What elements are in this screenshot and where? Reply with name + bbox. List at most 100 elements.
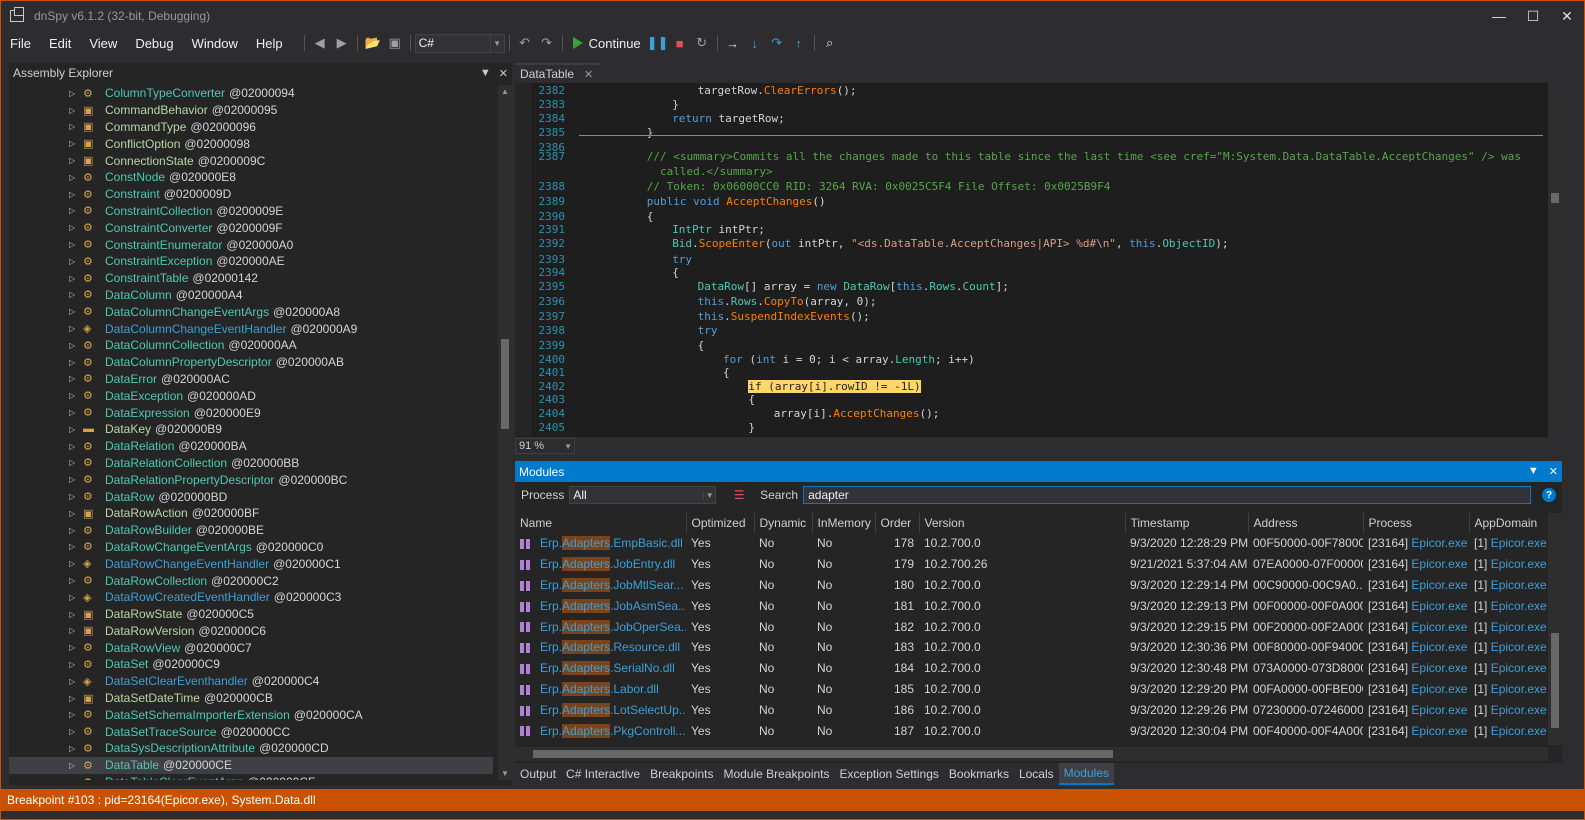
expand-arrow-icon[interactable]: ▷ — [69, 660, 79, 669]
scroll-up-icon[interactable]: ▲ — [498, 87, 512, 96]
tree-item[interactable]: ▷ ⚙ DataError @020000AC — [9, 371, 493, 388]
expand-arrow-icon[interactable]: ▷ — [69, 257, 79, 266]
expand-arrow-icon[interactable]: ▷ — [69, 156, 79, 165]
code-line[interactable]: 2394 { — [531, 266, 679, 279]
tree-item[interactable]: ▷ ⚙ DataRelation @020000BA — [9, 438, 493, 455]
process-link[interactable]: Epicor.exe — [1411, 578, 1467, 592]
code-line[interactable]: 2402 if (array[i].rowID != -1L) — [531, 380, 921, 393]
appdomain-link[interactable]: Epicor.exe — [1491, 640, 1547, 654]
tree-item[interactable]: ▷ ⚙ DataRelationCollection @020000BB — [9, 455, 493, 472]
process-link[interactable]: Epicor.exe — [1411, 620, 1467, 634]
tree-item[interactable]: ▷ ⚙ ColumnTypeConverter @02000094 — [9, 85, 493, 102]
menu-view[interactable]: View — [80, 36, 126, 51]
column-header[interactable]: Timestamp — [1125, 513, 1249, 533]
tree-item[interactable]: ▷ ◈ DataSetClearEventhandler @020000C4 — [9, 673, 493, 690]
explorer-scrollbar[interactable]: ▲ ▼ — [498, 85, 512, 780]
tree-item[interactable]: ▷ ⚙ ConstraintTable @02000142 — [9, 270, 493, 287]
expand-arrow-icon[interactable]: ▷ — [69, 542, 79, 551]
expand-arrow-icon[interactable]: ▷ — [69, 593, 79, 602]
code-line[interactable]: 2383} — [531, 98, 679, 111]
expand-arrow-icon[interactable]: ▷ — [69, 324, 79, 333]
table-row[interactable]: Erp.Adapters.JobAsmSea... Yes No No 181 10.2.… — [515, 595, 1548, 616]
modules-hscrollbar[interactable] — [515, 747, 1548, 761]
expand-arrow-icon[interactable]: ▷ — [69, 610, 79, 619]
expand-arrow-icon[interactable]: ▷ — [69, 139, 79, 148]
table-row[interactable]: Erp.Adapters.EmpBasic.dll Yes No No 178 10.2.… — [515, 533, 1548, 554]
expand-arrow-icon[interactable]: ▷ — [69, 89, 79, 98]
appdomain-link[interactable]: Epicor.exe — [1491, 599, 1547, 613]
tree-item[interactable]: ▷ ⚙ ConstraintException @020000AE — [9, 253, 493, 270]
code-line[interactable]: 2382 targetRow.ClearErrors(); — [531, 84, 857, 97]
column-header[interactable]: InMemory — [812, 513, 876, 533]
save-all-icon[interactable]: ▣ — [384, 32, 406, 54]
process-link[interactable]: Epicor.exe — [1411, 682, 1467, 696]
code-line[interactable]: 2385} — [531, 126, 654, 139]
appdomain-link[interactable]: Epicor.exe — [1491, 703, 1547, 717]
code-line[interactable]: 2391 IntPtr intPtr; — [531, 223, 765, 236]
expand-arrow-icon[interactable]: ▷ — [69, 274, 79, 283]
minimize-button[interactable]: — — [1482, 1, 1516, 31]
tree-item[interactable]: ▷ ⚙ DataRow @020000BD — [9, 488, 493, 505]
code-line[interactable]: 2393 try — [531, 253, 693, 266]
close-button[interactable]: ✕ — [1550, 1, 1584, 31]
column-header[interactable]: Dynamic — [754, 513, 813, 533]
tree-item[interactable]: ▷ ⚙ Constraint @0200009D — [9, 186, 493, 203]
zoom-select[interactable]: 91 % ▼ — [515, 438, 575, 454]
column-header[interactable]: Order — [875, 513, 920, 533]
tree-item[interactable]: ▷ ⚙ DataTable @020000CE — [9, 756, 493, 774]
tree-item[interactable]: ▷ ⚙ DataTableClearEventArgs @020000CF — [9, 774, 493, 780]
tree-item[interactable]: ▷ ⚙ DataRowView @020000C7 — [9, 639, 493, 656]
tree-item[interactable]: ▷ ▣ CommandBehavior @02000095 — [9, 102, 493, 119]
help-icon[interactable]: ? — [1542, 488, 1557, 502]
process-select[interactable]: All ▼ — [569, 486, 717, 504]
table-row[interactable]: Erp.Adapters.Labor.dll Yes No No 185 10.2.700… — [515, 679, 1548, 700]
tree-item[interactable]: ▷ ⚙ DataExpression @020000E9 — [9, 404, 493, 421]
code-line[interactable]: 2399 { — [531, 339, 705, 352]
undo-icon[interactable]: ↶ — [514, 32, 536, 54]
appdomain-link[interactable]: Epicor.exe — [1491, 557, 1547, 571]
process-link[interactable]: Epicor.exe — [1411, 536, 1467, 550]
tree-item[interactable]: ▷ ⚙ ConstraintCollection @0200009E — [9, 203, 493, 220]
restart-icon[interactable]: ↻ — [691, 32, 713, 54]
tab-breakpoints[interactable]: Breakpoints — [645, 763, 718, 785]
pane-dropdown-icon[interactable]: ▼ — [480, 67, 491, 80]
expand-arrow-icon[interactable]: ▷ — [69, 643, 79, 652]
expand-arrow-icon[interactable]: ▷ — [69, 492, 79, 501]
nav-back-icon[interactable]: ◀ — [309, 32, 331, 54]
process-link[interactable]: Epicor.exe — [1411, 640, 1467, 654]
expand-arrow-icon[interactable]: ▷ — [69, 341, 79, 350]
expand-arrow-icon[interactable]: ▷ — [69, 761, 79, 770]
expand-arrow-icon[interactable]: ▷ — [69, 223, 79, 232]
scrollbar-thumb[interactable] — [1551, 193, 1559, 203]
code-line[interactable]: 2403 { — [531, 393, 756, 406]
search-input[interactable]: adapter — [803, 486, 1532, 504]
step-into-icon[interactable]: ↓ — [744, 32, 766, 54]
code-line[interactable]: 2387 /// <summary>Commits all the changes… — [531, 150, 1521, 163]
tree-item[interactable]: ▷ ⚙ DataColumnCollection @020000AA — [9, 337, 493, 354]
expand-arrow-icon[interactable]: ▷ — [69, 458, 79, 467]
close-tab-icon[interactable]: ✕ — [584, 68, 593, 81]
tree-item[interactable]: ▷ ▣ ConflictOption @02000098 — [9, 135, 493, 152]
tree-item[interactable]: ▷ ▬ DataKey @020000B9 — [9, 421, 493, 438]
pause-icon[interactable]: ❚❚ — [647, 32, 669, 54]
appdomain-link[interactable]: Epicor.exe — [1491, 536, 1547, 550]
menu-window[interactable]: Window — [183, 36, 247, 51]
tree-item[interactable]: ▷ ⚙ DataRelationPropertyDescriptor @020000B… — [9, 471, 493, 488]
tree-item[interactable]: ▷ ⚙ DataColumnPropertyDescriptor @020000AB — [9, 354, 493, 371]
tree-item[interactable]: ▷ ⚙ DataException @020000AD — [9, 387, 493, 404]
tree-item[interactable]: ▷ ⚙ DataSet @020000C9 — [9, 656, 493, 673]
continue-button[interactable]: Continue — [567, 36, 647, 51]
redo-icon[interactable]: ↷ — [536, 32, 558, 54]
language-select[interactable]: C# ▼ — [414, 33, 505, 53]
table-row[interactable]: Erp.Adapters.LotSelectUp... Yes No No 186 10.… — [515, 699, 1548, 720]
expand-arrow-icon[interactable]: ▷ — [69, 626, 79, 635]
expand-arrow-icon[interactable]: ▷ — [69, 240, 79, 249]
code-line[interactable]: 2401 { — [531, 366, 730, 379]
editor-scrollbar[interactable] — [1548, 83, 1562, 437]
tree-item[interactable]: ▷ ⚙ ConstNode @020000E8 — [9, 169, 493, 186]
code-line[interactable]: 2397 this.SuspendIndexEvents(); — [531, 310, 870, 323]
tree-item[interactable]: ▷ ⚙ DataColumnChangeEventArgs @020000A8 — [9, 303, 493, 320]
process-link[interactable]: Epicor.exe — [1411, 557, 1467, 571]
clear-filter-icon[interactable]: ☰ — [731, 487, 747, 503]
expand-arrow-icon[interactable]: ▷ — [69, 190, 79, 199]
